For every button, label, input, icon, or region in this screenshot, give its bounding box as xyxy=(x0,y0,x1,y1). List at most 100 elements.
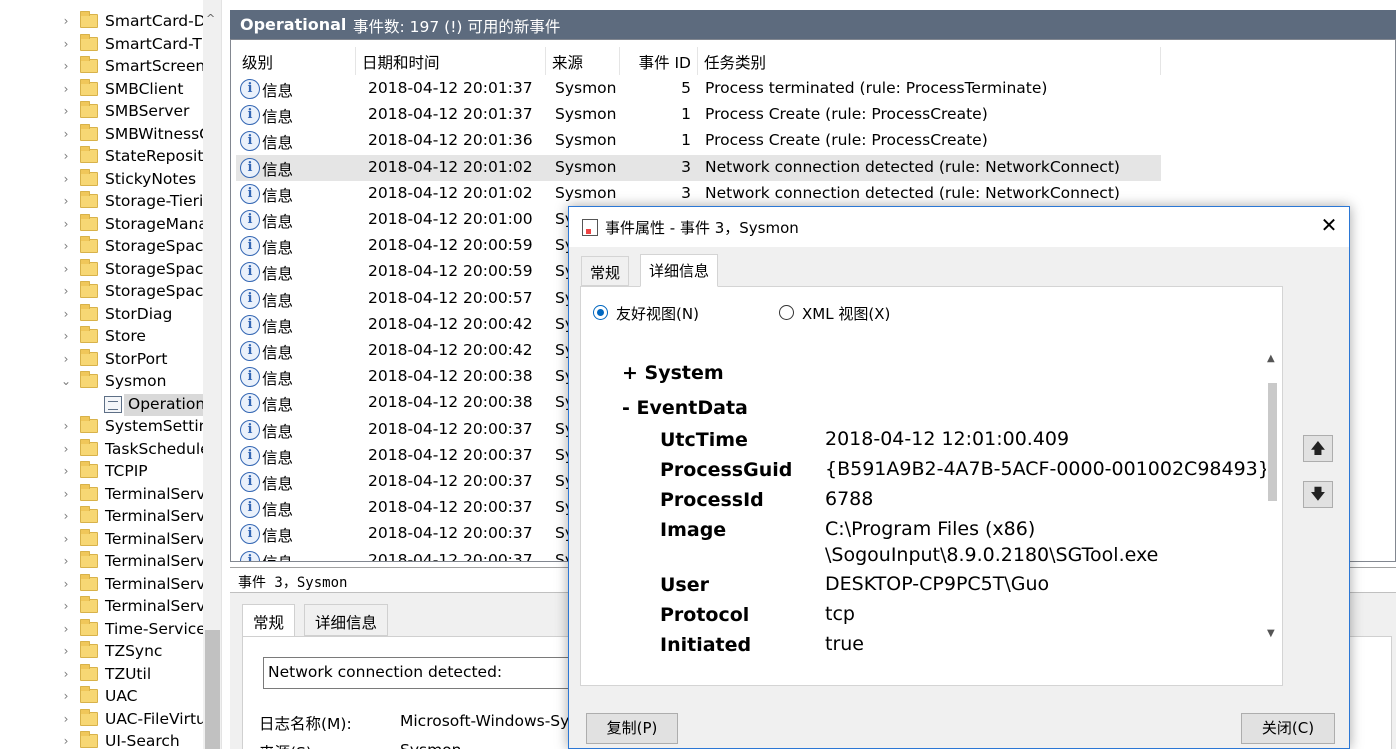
tree-item[interactable]: › UAC xyxy=(0,686,205,708)
chevron-right-icon[interactable]: › xyxy=(60,262,72,276)
tree-item[interactable]: › UAC-FileVirtu xyxy=(0,708,205,731)
chevron-right-icon[interactable]: › xyxy=(60,442,72,456)
chevron-right-icon[interactable]: › xyxy=(60,509,72,523)
chevron-right-icon[interactable]: › xyxy=(60,127,72,141)
scroll-up-icon[interactable]: ▲ xyxy=(1267,353,1275,364)
chevron-right-icon[interactable]: › xyxy=(60,284,72,298)
tree-item[interactable]: › StorageSpace: xyxy=(0,236,205,258)
close-icon[interactable]: ✕ xyxy=(1317,213,1341,239)
chevron-right-icon[interactable]: › xyxy=(60,59,72,73)
tree-item[interactable]: › SmartCard-TP xyxy=(0,33,205,56)
chevron-right-icon[interactable]: › xyxy=(60,667,72,681)
next-event-button[interactable]: 🡇 xyxy=(1303,481,1333,508)
chevron-right-icon[interactable]: › xyxy=(60,149,72,163)
tree-item[interactable]: › SMBWitnessC xyxy=(0,123,205,146)
chevron-right-icon[interactable]: › xyxy=(60,239,72,253)
tree-item[interactable]: › TaskSchedule xyxy=(0,438,205,461)
folder-icon xyxy=(80,123,98,141)
tree-item[interactable]: › StorDiag xyxy=(0,303,205,326)
event-row[interactable]: i 信息 2018-04-12 20:01:36 Sysmon 1 Process Cre… xyxy=(236,128,1161,154)
chevron-right-icon[interactable]: › xyxy=(60,622,72,636)
tree-item[interactable]: › TerminalServi xyxy=(0,596,205,618)
tab-details[interactable]: 详细信息 xyxy=(304,604,389,636)
chevron-right-icon[interactable]: › xyxy=(60,82,72,96)
system-section-toggle[interactable]: + System xyxy=(622,362,724,384)
event-row[interactable]: i 信息 2018-04-12 20:01:37 Sysmon 5 Process ter… xyxy=(236,76,1161,102)
folder-icon xyxy=(80,618,98,636)
scroll-down-icon[interactable]: ▼ xyxy=(1267,628,1275,639)
tree-item[interactable]: › TZUtil xyxy=(0,663,205,686)
tree-item[interactable]: › StorageSpace: xyxy=(0,258,205,281)
tree-item[interactable]: › Store xyxy=(0,326,205,348)
tree-item[interactable]: › StateReposito xyxy=(0,146,205,168)
chevron-right-icon[interactable]: › xyxy=(60,734,72,748)
tree-item[interactable]: › TerminalServi xyxy=(0,573,205,596)
tree-item[interactable]: › TerminalServi xyxy=(0,551,205,573)
tree-item[interactable]: › SmartCard-De xyxy=(0,11,205,33)
details-scrollbar[interactable]: ▲ ▼ xyxy=(1266,338,1281,664)
tree-item[interactable]: › TerminalServi xyxy=(0,506,205,528)
chevron-right-icon[interactable]: › xyxy=(60,352,72,366)
copy-button[interactable]: 复制(P) xyxy=(586,713,678,744)
chevron-right-icon[interactable]: › xyxy=(60,37,72,51)
tab-details[interactable]: 详细信息 xyxy=(640,254,719,287)
chevron-right-icon[interactable]: › xyxy=(60,194,72,208)
tree-item[interactable]: › StorageManag xyxy=(0,213,205,236)
column-event-id[interactable]: 事件 ID xyxy=(620,47,698,75)
chevron-right-icon[interactable]: › xyxy=(60,599,72,613)
tree-item[interactable]: › SystemSetting xyxy=(0,416,205,438)
column-level[interactable]: 级别 xyxy=(236,47,356,75)
column-datetime[interactable]: 日期和时间 xyxy=(356,47,546,75)
chevron-right-icon[interactable]: › xyxy=(60,554,72,568)
chevron-right-icon[interactable]: › xyxy=(60,487,72,501)
chevron-right-icon[interactable]: › xyxy=(60,644,72,658)
tree-item[interactable]: › StickyNotes xyxy=(0,168,205,191)
tab-general[interactable]: 常规 xyxy=(581,256,630,286)
scroll-up-icon[interactable]: ^ xyxy=(206,12,215,25)
column-source[interactable]: 来源 xyxy=(546,47,620,75)
tab-general[interactable]: 常规 xyxy=(242,604,296,638)
chevron-down-icon[interactable]: ⌄ xyxy=(60,374,72,388)
tree-item[interactable]: › TCPIP xyxy=(0,461,205,483)
tree-item[interactable]: › TerminalServi xyxy=(0,528,205,551)
previous-event-button[interactable]: 🡅 xyxy=(1303,435,1333,462)
chevron-right-icon[interactable]: › xyxy=(60,329,72,343)
chevron-right-icon[interactable]: › xyxy=(60,464,72,478)
tree-item[interactable]: › TerminalServi xyxy=(0,483,205,506)
tree-item[interactable]: › SMBClient xyxy=(0,78,205,101)
chevron-right-icon[interactable]: › xyxy=(60,689,72,703)
tree-item[interactable]: › SMBServer xyxy=(0,101,205,123)
chevron-right-icon[interactable]: › xyxy=(60,532,72,546)
tree-item[interactable]: › UI-Search xyxy=(0,731,205,749)
chevron-right-icon[interactable]: › xyxy=(60,712,72,726)
tree-item[interactable]: › SmartScreen xyxy=(0,56,205,78)
chevron-right-icon[interactable]: › xyxy=(60,419,72,433)
tree-item[interactable]: › StorPort xyxy=(0,348,205,371)
details-scroll-thumb[interactable] xyxy=(1268,383,1277,501)
close-button[interactable]: 关闭(C) xyxy=(1241,713,1335,744)
tree-scroll-thumb[interactable] xyxy=(205,630,220,749)
tree-item[interactable]: ⌄ Sysmon xyxy=(0,371,205,393)
event-row[interactable]: i 信息 2018-04-12 20:01:37 Sysmon 1 Process Cre… xyxy=(236,102,1161,128)
folder-icon xyxy=(80,281,98,298)
tree-item-label: StorPort xyxy=(105,349,168,368)
tree-item[interactable]: › TZSync xyxy=(0,641,205,663)
chevron-right-icon[interactable]: › xyxy=(60,14,72,28)
eventdata-section-toggle[interactable]: - EventData xyxy=(622,397,748,419)
tree-item[interactable]: › StorageSpace: xyxy=(0,281,205,303)
tree-scrollbar[interactable]: ^ xyxy=(203,0,221,749)
chevron-right-icon[interactable]: › xyxy=(60,104,72,118)
dialog-titlebar[interactable]: 事件属性 - 事件 3，Sysmon ✕ xyxy=(569,207,1349,247)
chevron-right-icon[interactable]: › xyxy=(60,172,72,186)
chevron-right-icon[interactable]: › xyxy=(60,307,72,321)
chevron-right-icon[interactable]: › xyxy=(60,217,72,231)
chevron-right-icon[interactable]: › xyxy=(60,577,72,591)
tree-item[interactable]: › Time-Service xyxy=(0,618,205,641)
field-key: User xyxy=(660,574,709,596)
tree-item[interactable]: › Storage-Tierin xyxy=(0,191,205,213)
event-row[interactable]: i 信息 2018-04-12 20:01:02 Sysmon 3 Network con… xyxy=(236,181,1161,207)
cell-datetime: 2018-04-12 20:01:36 xyxy=(368,131,533,150)
event-row[interactable]: i 信息 2018-04-12 20:01:02 Sysmon 3 Network con… xyxy=(236,154,1161,181)
column-task-category[interactable]: 任务类别 xyxy=(698,47,1161,75)
tree-item-selected[interactable]: Operationa xyxy=(0,393,205,416)
